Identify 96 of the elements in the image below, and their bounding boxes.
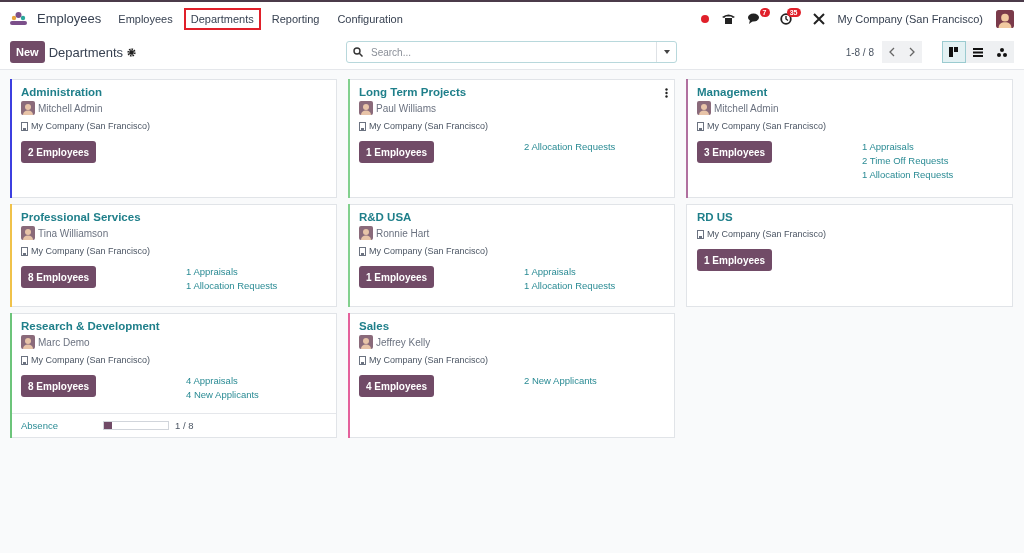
phone-icon[interactable] [721,13,735,24]
department-name: RD US [697,211,734,223]
department-name: Research & Development [21,320,161,332]
avatar [21,226,35,240]
kanban-icon [949,47,959,57]
stat-link[interactable]: 1 Appraisals [524,266,664,277]
company-name: My Company (San Francisco) [369,121,489,131]
app-logo-icon[interactable] [10,12,27,25]
department-name: Management [697,86,769,98]
company-name: My Company (San Francisco) [369,355,489,365]
department-card[interactable]: Sales Jeffrey Kelly My Company (San Francisco) 4 Employees 2 New Applicants [348,313,675,438]
list-icon [973,47,983,57]
stat-link[interactable]: 2 New Applicants [524,375,664,386]
clock-icon[interactable] [779,12,792,25]
stat-link[interactable]: 1 Allocation Requests [524,280,664,291]
manager-name: Mitchell Admin [38,102,103,114]
employees-button[interactable]: 8 Employees [21,375,97,397]
building-icon [21,121,28,131]
employees-button[interactable]: 2 Employees [21,141,97,163]
company-switcher[interactable]: My Company (San Francisco) [837,12,983,25]
company-name: My Company (San Francisco) [369,246,489,256]
stat-link[interactable]: 1 Appraisals [186,266,326,277]
department-name: Sales [359,320,391,332]
company-name: My Company (San Francisco) [707,229,827,239]
kanban-view-button[interactable] [942,41,966,63]
stat-link[interactable]: 2 Time Off Requests [862,155,1002,166]
avatar [359,335,373,349]
building-icon [359,246,366,256]
page-title: Departments [48,44,124,60]
avatar [359,226,373,240]
department-card[interactable]: RD US My Company (San Francisco) 1 Employees [686,204,1013,307]
company-name: My Company (San Francisco) [31,246,151,256]
settings-icon[interactable] [127,47,137,57]
building-icon [359,121,366,131]
more-options-icon[interactable] [665,86,668,101]
department-card[interactable]: Management Mitchell Admin My Company (San Francisco) 3 Employees 1 Appraisals 2 Time Off Requests 1 Allocation Requests [686,79,1013,198]
stat-link[interactable]: 1 Allocation Requests [862,169,1002,180]
manager-name: Marc Demo [38,336,90,348]
department-card[interactable]: Administration Mitchell Admin My Company (San Francisco) 2 Employees [10,79,337,198]
company-name: My Company (San Francisco) [707,121,827,131]
absence-label: Absence [21,420,59,431]
hierarchy-view-button[interactable] [990,41,1014,63]
department-name: R&D USA [359,211,413,223]
department-card[interactable]: Professional Services Tina Williamson My Company (San Francisco) 8 Employees 1 Appraisals 1 Allocation Requests [10,204,337,307]
manager-name: Mitchell Admin [714,102,779,114]
search-input[interactable]: Search... [369,45,650,59]
department-card[interactable]: Research & Development Marc Demo My Company (San Francisco) 8 Employees 4 Appraisals 4 New Applicants Absence 1 / 8 [10,313,337,438]
menu-item[interactable]: Employees [111,7,180,30]
department-name: Administration [21,86,104,98]
search-icon [353,47,363,57]
company-name: My Company (San Francisco) [31,355,151,365]
menu-item[interactable]: Configuration [330,7,410,30]
avatar [359,101,373,115]
stat-link[interactable]: 2 Allocation Requests [524,141,664,152]
avatar [21,335,35,349]
chevron-left-icon [889,47,895,57]
stat-link[interactable]: 4 New Applicants [186,389,326,400]
building-icon [359,355,366,365]
absence-progress-bar [103,421,169,430]
building-icon [697,121,704,131]
search-field[interactable]: Search... [346,41,677,63]
pager-value[interactable]: 1-8 / 8 [845,46,874,58]
absence-count: 1 / 8 [175,420,194,431]
manager-name: Jeffrey Kelly [376,336,431,348]
employees-button[interactable]: 1 Employees [359,141,435,163]
employees-button[interactable]: 3 Employees [697,141,773,163]
menu-item[interactable]: Departments [183,7,261,30]
employees-button[interactable]: 1 Employees [697,249,773,271]
building-icon [697,229,704,239]
manager-name: Tina Williamson [38,227,109,239]
manager-name: Paul Williams [376,102,436,114]
employees-button[interactable]: 1 Employees [359,266,435,288]
stat-link[interactable]: 1 Appraisals [862,141,1002,152]
department-name: Professional Services [21,211,142,223]
stat-link[interactable]: 4 Appraisals [186,375,326,386]
employees-button[interactable]: 4 Employees [359,375,435,397]
building-icon [21,355,28,365]
stat-link[interactable]: 1 Allocation Requests [186,280,326,291]
list-view-button[interactable] [966,41,990,63]
department-card[interactable]: R&D USA Ronnie Hart My Company (San Francisco) 1 Employees 1 Appraisals 1 Allocation Requests [348,204,675,307]
user-avatar[interactable] [996,9,1014,28]
building-icon [21,246,28,256]
department-card[interactable]: Long Term Projects Paul Williams My Company (San Francisco) 1 Employees 2 Allocation Requests [348,79,675,198]
avatar [21,101,35,115]
app-name[interactable]: Employees [37,11,102,26]
status-dot-icon [700,14,709,23]
hierarchy-icon [997,47,1007,57]
new-button[interactable]: New [10,41,45,63]
company-name: My Company (San Francisco) [31,121,151,131]
manager-name: Ronnie Hart [376,227,430,239]
avatar [697,101,711,115]
employees-button[interactable]: 8 Employees [21,266,97,288]
chat-icon[interactable] [747,13,761,24]
chevron-right-icon [909,47,915,57]
menu-item[interactable]: Reporting [264,7,327,30]
department-name: Long Term Projects [359,86,468,98]
